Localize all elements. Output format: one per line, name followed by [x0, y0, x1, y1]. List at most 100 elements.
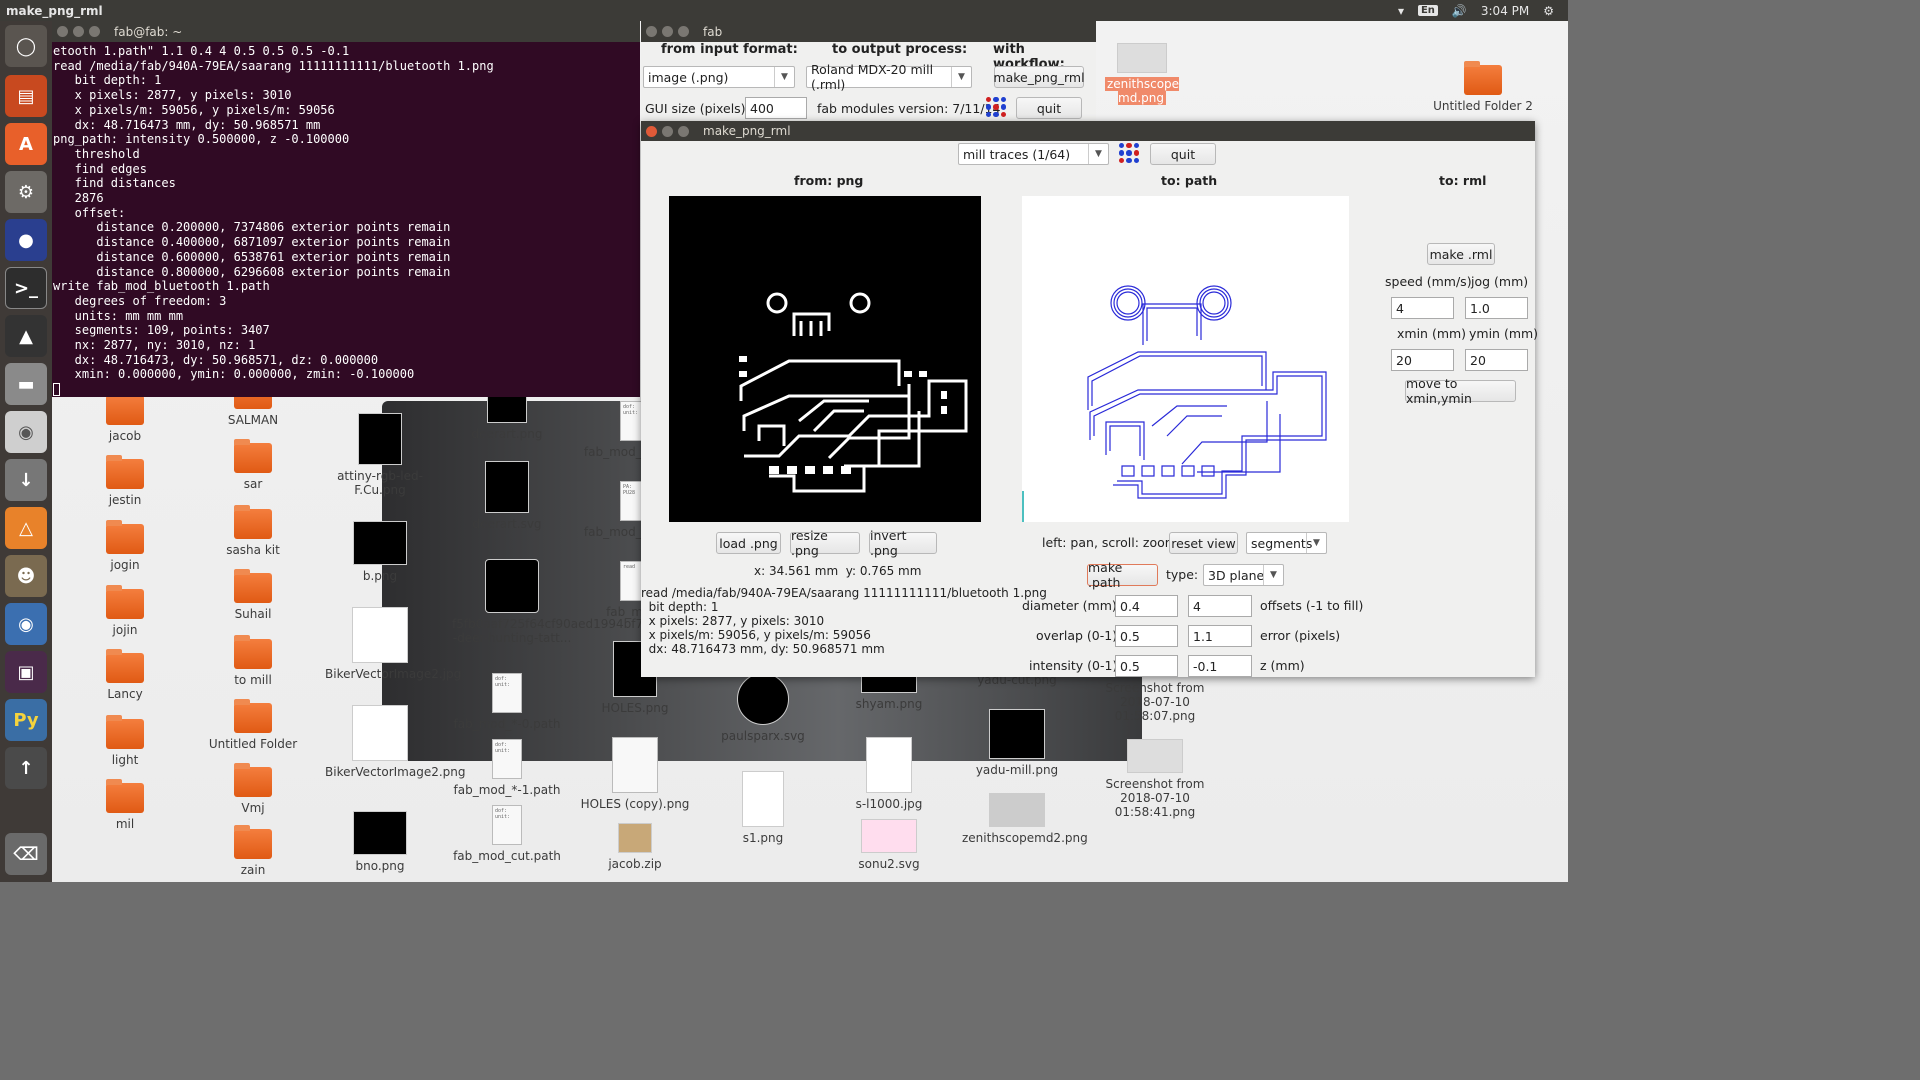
desktop-icon[interactable]: deerart.svg — [452, 461, 562, 531]
desktop-icon[interactable]: sar — [198, 439, 308, 491]
inkscape-icon[interactable]: ▲ — [5, 315, 47, 357]
desktop-icon[interactable]: zain — [198, 825, 308, 877]
desktop-icon[interactable]: Lancy — [70, 649, 180, 701]
files-icon[interactable]: ▤ — [5, 75, 47, 117]
terminal-icon[interactable]: >_ — [5, 267, 47, 309]
quit-button[interactable]: quit — [1150, 143, 1216, 165]
usb-icon[interactable]: ↓ — [5, 459, 47, 501]
desktop-icon[interactable]: HOLES (copy).png — [580, 737, 690, 811]
desktop-icon[interactable]: light — [70, 715, 180, 767]
gimp-icon[interactable]: ☻ — [5, 555, 47, 597]
desktop-icon[interactable]: paulsparx.svg — [708, 673, 818, 743]
z-input[interactable]: -0.1 — [1188, 655, 1252, 677]
error-input[interactable]: 1.1 — [1188, 625, 1252, 647]
clock[interactable]: 3:04 PM — [1481, 4, 1529, 18]
xmin-input[interactable]: 20 — [1391, 349, 1454, 371]
desktop-icon[interactable]: Vmj — [198, 763, 308, 815]
terminal-window[interactable]: fab@fab: ~ etooth 1.path" 1.1 0.4 4 0.5 … — [52, 21, 640, 397]
close-icon[interactable] — [646, 125, 657, 137]
process-select[interactable]: mill traces (1/64) ▼ — [958, 143, 1109, 165]
desktop-icon[interactable]: Untitled Folder 2 — [1428, 61, 1538, 113]
invert-png-button[interactable]: invert .png — [869, 528, 937, 558]
firefox-icon[interactable]: ● — [5, 219, 47, 261]
desktop-icon[interactable]: Suhail — [198, 569, 308, 621]
trash-icon[interactable]: ⌫ — [5, 833, 47, 875]
maximize-icon[interactable] — [678, 26, 689, 37]
workflow-button[interactable]: make_png_rml — [993, 66, 1085, 88]
wifi-icon[interactable]: ▾ — [1398, 4, 1404, 18]
vlc-icon[interactable]: △ — [5, 507, 47, 549]
desktop-icon[interactable]: f5fb0aaf725f64cf90aed1994bf77959--deer-h… — [452, 559, 678, 645]
close-icon[interactable] — [57, 26, 68, 37]
resize-png-button[interactable]: resize .png — [790, 528, 860, 558]
desktop-icon[interactable]: to mill — [198, 635, 308, 687]
desktop-icon[interactable]: dof: unit: fab_mod_cut.path — [452, 805, 562, 863]
desktop-icon[interactable]: jacob.zip — [580, 823, 690, 871]
ymin-input[interactable]: 20 — [1465, 349, 1528, 371]
desktop-icon[interactable]: sonu2.svg — [834, 819, 944, 871]
camera-icon[interactable]: ◉ — [5, 603, 47, 645]
terminal-titlebar[interactable]: fab@fab: ~ — [52, 21, 640, 42]
path-preview[interactable] — [1022, 196, 1349, 522]
dvd-icon[interactable]: ◉ — [5, 411, 47, 453]
desktop-icon[interactable]: jojin — [70, 585, 180, 637]
desktop-icon[interactable]: mil — [70, 779, 180, 831]
output-process-select[interactable]: Roland MDX-20 mill (.rml) ▼ — [806, 62, 972, 92]
desktop-icon[interactable]: jogin — [70, 520, 180, 572]
type-select[interactable]: 3D plane ▼ — [1203, 564, 1284, 586]
minimize-icon[interactable] — [73, 26, 84, 37]
desktop-icon[interactable]: s1.png — [708, 771, 818, 845]
python-icon[interactable]: Py — [5, 699, 47, 741]
input-format-select[interactable]: image (.png) ▼ — [643, 66, 795, 88]
drive-icon[interactable]: ▬ — [5, 363, 47, 405]
volume-icon[interactable]: 🔊 — [1452, 4, 1467, 18]
terminal-output[interactable]: etooth 1.path" 1.1 0.4 4 0.5 0.5 0.5 -0.… — [52, 42, 640, 397]
fab-window[interactable]: fab from input format: to output process… — [641, 21, 1096, 121]
settings-icon[interactable]: ⚙ — [5, 171, 47, 213]
software-updater-icon[interactable]: ↑ — [5, 747, 47, 789]
video-editor-icon[interactable]: ▣ — [5, 651, 47, 693]
gui-size-input[interactable]: 400 — [745, 97, 807, 119]
desktop-icon[interactable]: zenithscope md.png — [1087, 43, 1197, 105]
desktop-icon[interactable]: jestin — [70, 455, 180, 507]
desktop-icon[interactable]: attiny-rgb-led-F.Cu.png — [325, 413, 435, 497]
make-rml-button[interactable]: make .rml — [1427, 243, 1495, 265]
intensity-input[interactable]: 0.5 — [1115, 655, 1178, 677]
desktop-icon[interactable]: Screenshot from 2018-07-10 01:58:07.png — [1100, 681, 1210, 723]
speed-input[interactable]: 4 — [1391, 297, 1454, 319]
desktop-icon[interactable]: BikerVectorImage2.png — [325, 705, 466, 779]
make-png-rml-titlebar[interactable]: make_png_rml — [641, 121, 1535, 141]
close-icon[interactable] — [646, 26, 657, 37]
fab-titlebar[interactable]: fab — [641, 21, 1096, 42]
minimize-icon[interactable] — [662, 125, 673, 137]
desktop-icon[interactable]: b.png — [325, 521, 435, 583]
desktop-icon[interactable]: Screenshot from 2018-07-10 01:58:41.png — [1100, 739, 1210, 819]
ubuntu-icon[interactable]: ◯ — [5, 25, 47, 67]
desktop-icon[interactable]: yadu-mill.png — [962, 709, 1072, 777]
desktop-icon[interactable]: dof: unit: fab_mod_*-0.path — [452, 673, 562, 731]
keyboard-layout-indicator[interactable]: En — [1417, 5, 1438, 16]
desktop-icon[interactable]: sasha kit — [198, 505, 308, 557]
fab-quit-button[interactable]: quit — [1016, 97, 1082, 119]
desktop-icon[interactable]: bno.png — [325, 811, 435, 873]
make-png-rml-window[interactable]: make_png_rml mill traces (1/64) ▼ quit fr… — [641, 121, 1538, 677]
maximize-icon[interactable] — [89, 26, 100, 37]
maximize-icon[interactable] — [678, 125, 689, 137]
view-mode-select[interactable]: segments ▼ — [1246, 532, 1327, 554]
offsets-input[interactable]: 4 — [1188, 595, 1252, 617]
minimize-icon[interactable] — [662, 26, 673, 37]
desktop-icon[interactable]: deerart.png — [452, 393, 562, 441]
desktop-icon[interactable]: zenithscopemd2.png — [962, 793, 1088, 845]
desktop-icon[interactable]: shyam.png — [834, 673, 944, 711]
software-center-icon[interactable]: A — [5, 123, 47, 165]
load-png-button[interactable]: load .png — [716, 532, 781, 554]
diameter-input[interactable]: 0.4 — [1115, 595, 1178, 617]
desktop-icon[interactable]: jacob — [70, 391, 180, 443]
desktop-icon[interactable]: BikerVectorImage2.jpg — [325, 607, 461, 681]
reset-view-button[interactable]: reset view — [1169, 532, 1238, 554]
desktop-icon[interactable]: s-l1000.jpg — [834, 737, 944, 811]
make-path-button[interactable]: make .path — [1087, 560, 1158, 590]
desktop-icon[interactable]: dof: unit: fab_mod_*-1.path — [452, 739, 562, 797]
overlap-input[interactable]: 0.5 — [1115, 625, 1178, 647]
desktop-icon[interactable]: Untitled Folder — [198, 699, 308, 751]
